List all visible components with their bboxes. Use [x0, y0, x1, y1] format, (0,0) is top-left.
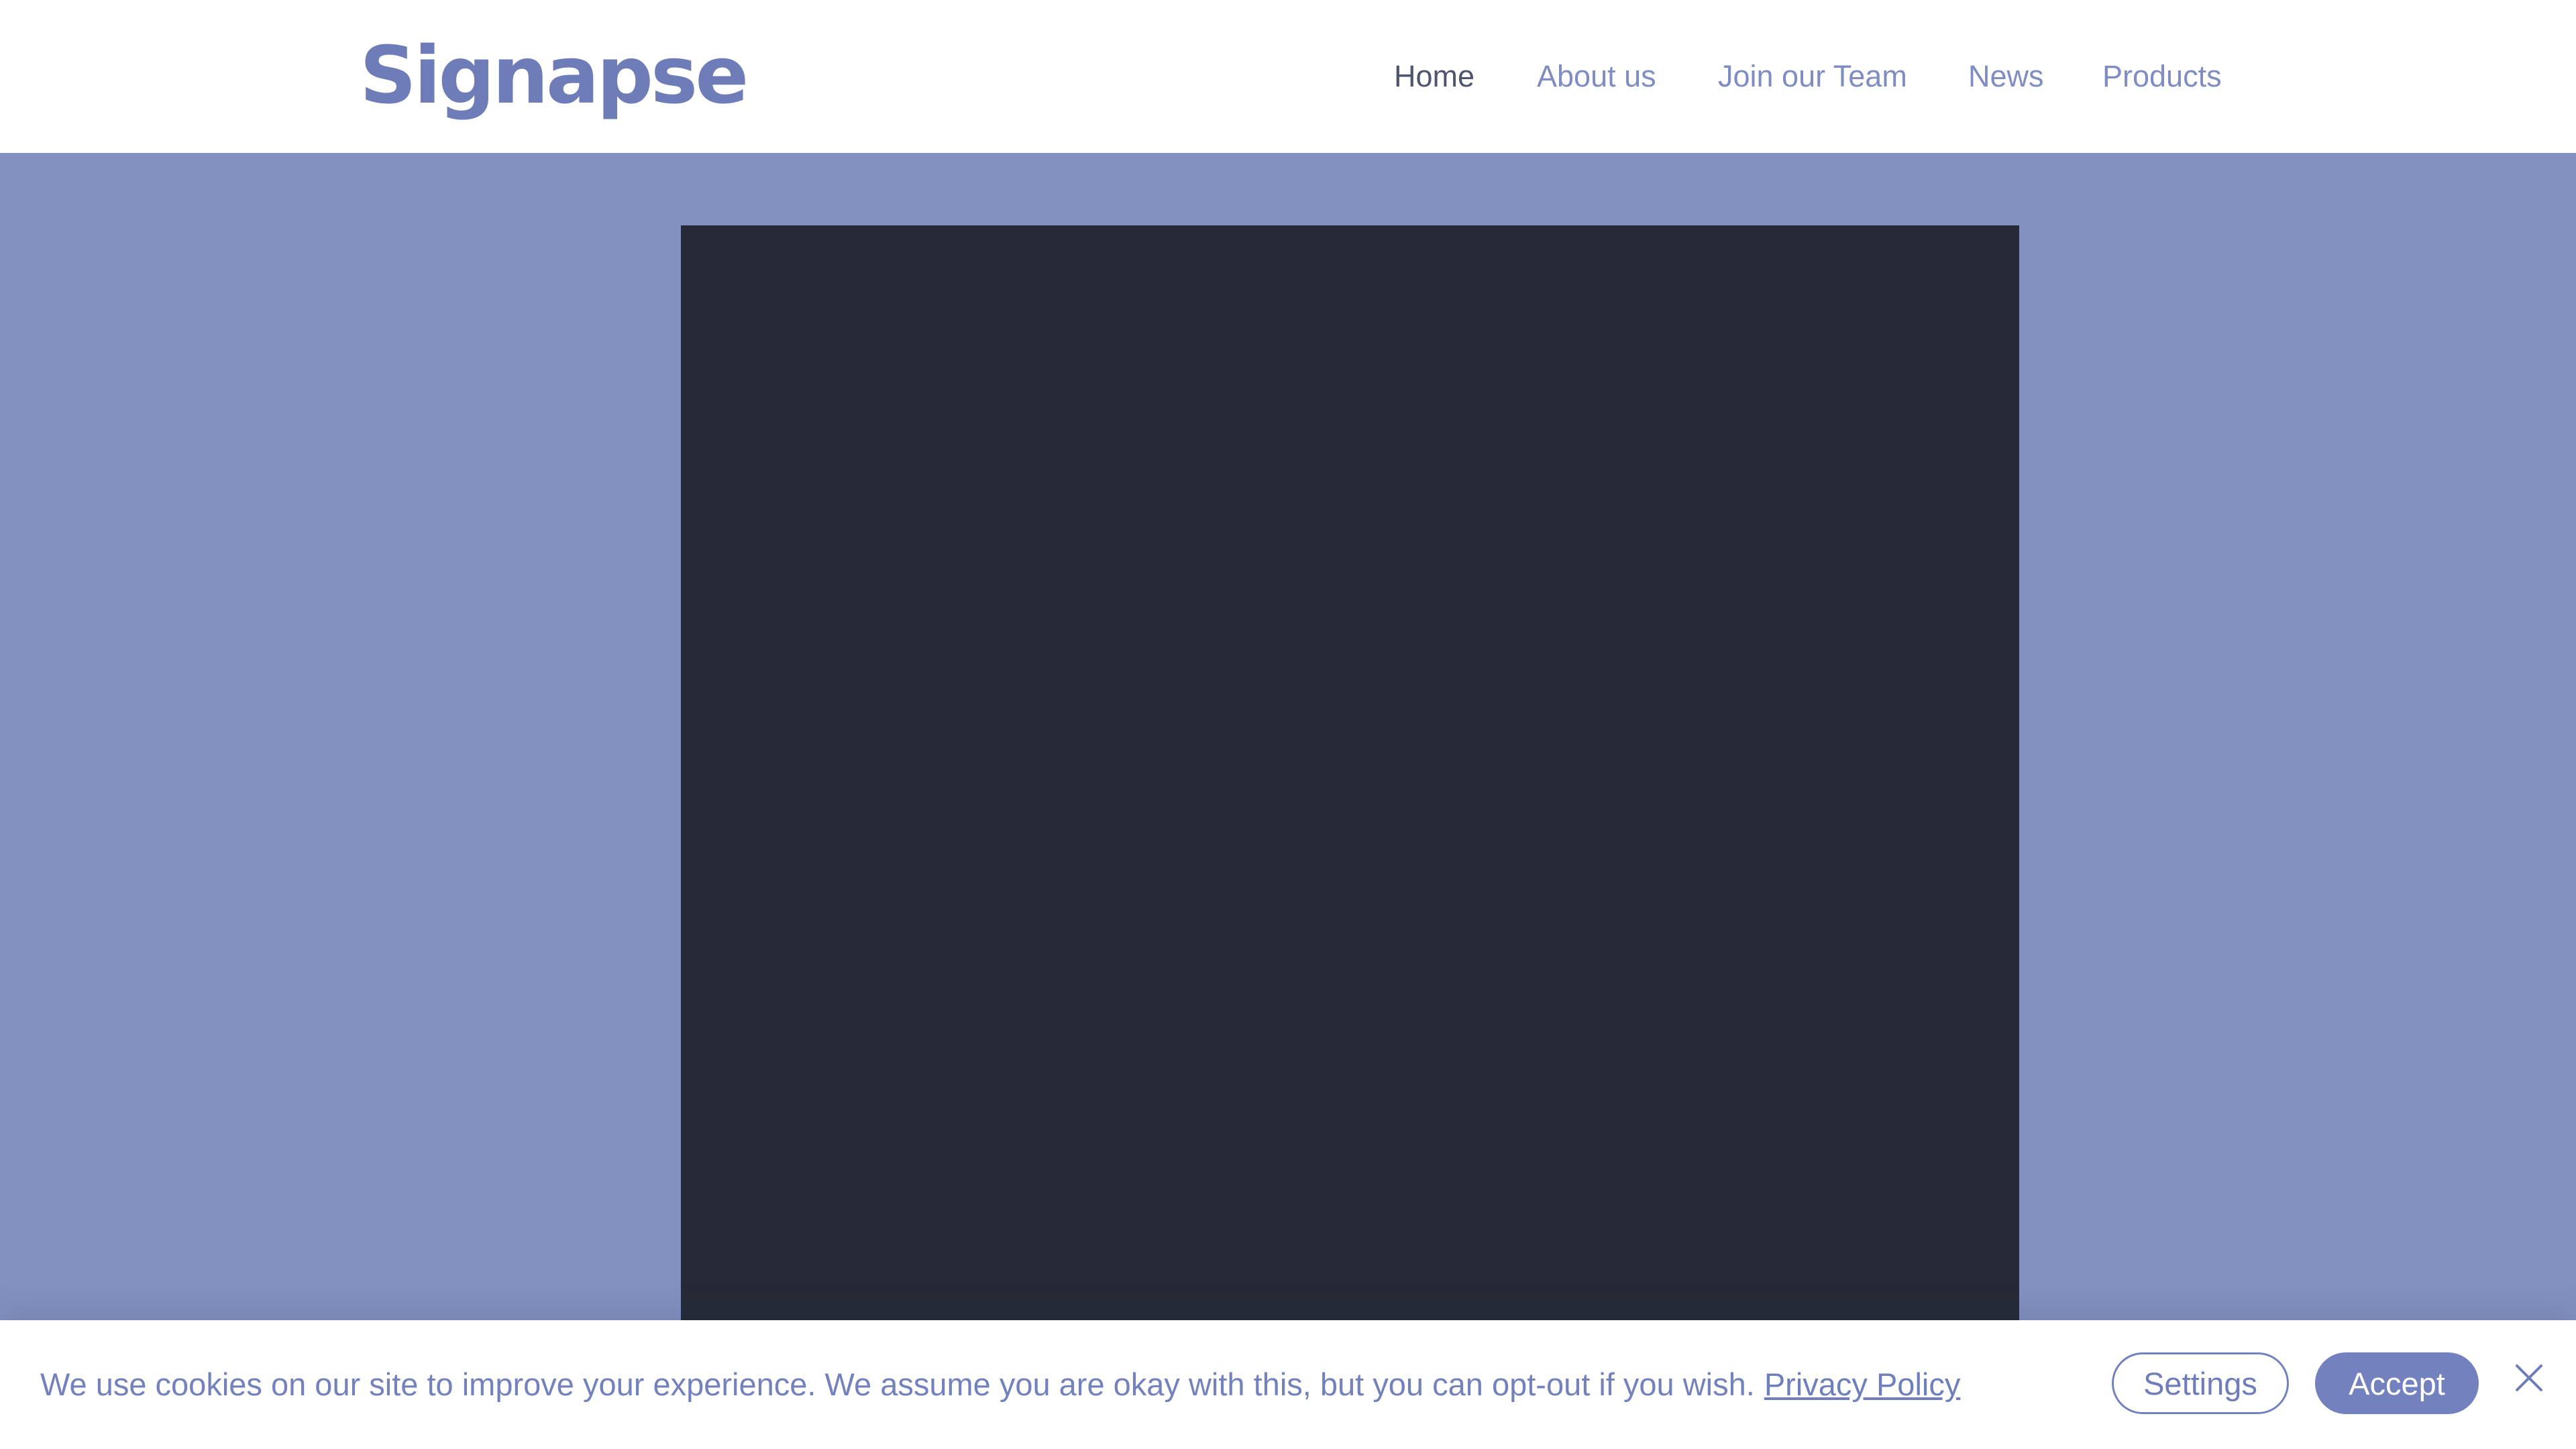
cookie-message: We use cookies on our site to improve yo… [40, 1363, 1960, 1406]
video-player-frame[interactable] [681, 225, 2019, 1326]
nav-about-us[interactable]: About us [1537, 55, 1656, 98]
cookie-message-text: We use cookies on our site to improve yo… [40, 1366, 1755, 1402]
hero-section [0, 153, 2576, 1326]
nav-join-our-team[interactable]: Join our Team [1718, 55, 1907, 98]
close-icon[interactable] [2509, 1358, 2549, 1398]
site-header: Signapse Home About us Join our Team New… [0, 0, 2576, 153]
cookie-settings-button[interactable]: Settings [2112, 1352, 2289, 1414]
nav-products[interactable]: Products [2102, 55, 2222, 98]
main-navigation: Home About us Join our Team News Product… [0, 0, 2576, 153]
nav-home[interactable]: Home [1394, 55, 1474, 98]
nav-news[interactable]: News [1968, 55, 2044, 98]
cookie-accept-button[interactable]: Accept [2315, 1352, 2479, 1414]
cookie-banner: We use cookies on our site to improve yo… [0, 1320, 2576, 1449]
privacy-policy-link[interactable]: Privacy Policy [1764, 1366, 1961, 1402]
close-icon-graphic [2516, 1364, 2542, 1391]
